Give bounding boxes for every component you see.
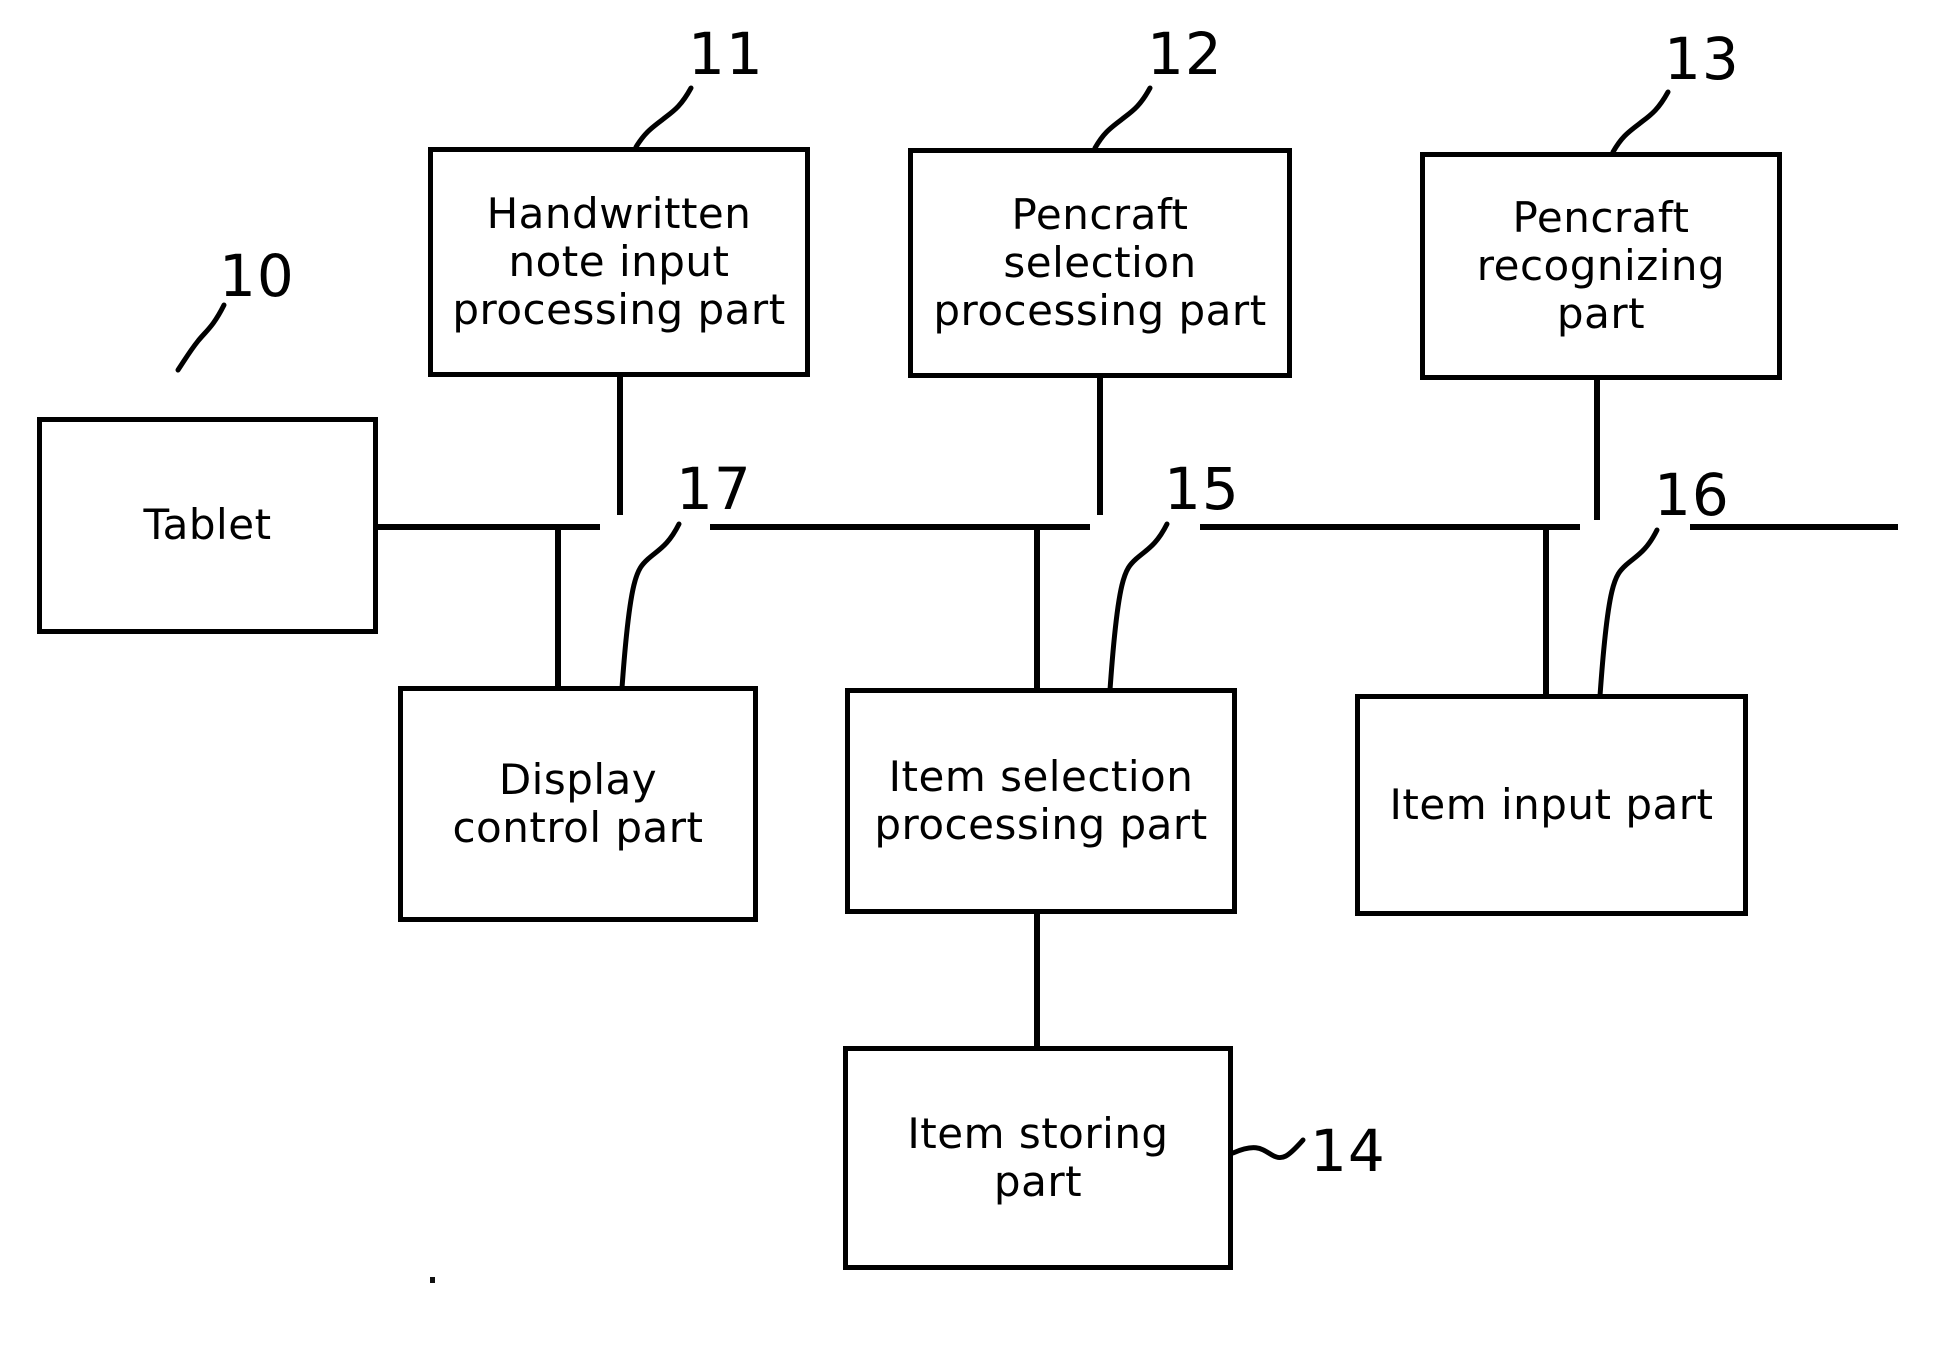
node-label-item-input-part: Item input part <box>1389 779 1714 829</box>
ref-number-17: 17 <box>676 455 752 523</box>
leader-16 <box>1599 527 1660 697</box>
node-pencraft-selection-processing-part[interactable]: Pencraft selection processing part <box>908 148 1292 378</box>
node-label-handwritten-note-input-processing-part: Handwritten note input processing part <box>452 188 786 335</box>
node-label-display-control-part: Display control part <box>452 754 704 852</box>
ref-number-12: 12 <box>1147 20 1223 88</box>
leader-13 <box>1610 89 1671 155</box>
node-label-pencraft-recognizing-part: Pencraft recognizing part <box>1476 192 1726 339</box>
node-item-input-part[interactable]: Item input part <box>1355 694 1748 916</box>
leader-12 <box>1092 85 1153 151</box>
leader-11 <box>633 85 694 150</box>
node-label-tablet: Tablet <box>143 500 272 550</box>
ref-number-11: 11 <box>688 20 764 88</box>
node-handwritten-note-input-processing-part[interactable]: Handwritten note input processing part <box>428 147 810 377</box>
leader-17 <box>621 521 682 689</box>
node-pencraft-recognizing-part[interactable]: Pencraft recognizing part <box>1420 152 1782 380</box>
scan-speck-artifact <box>430 1277 435 1283</box>
diagram-canvas: Tablet Handwritten note input processing… <box>0 0 1951 1352</box>
leader-14 <box>1230 1137 1306 1161</box>
node-label-item-storing-part: Item storing part <box>907 1108 1169 1206</box>
ref-number-15: 15 <box>1164 455 1240 523</box>
node-label-item-selection-processing-part: Item selection processing part <box>874 751 1208 849</box>
node-display-control-part[interactable]: Display control part <box>398 686 758 922</box>
leader-10 <box>175 302 227 373</box>
leader-15 <box>1109 521 1170 691</box>
node-item-selection-processing-part[interactable]: Item selection processing part <box>845 688 1237 914</box>
node-tablet[interactable]: Tablet <box>37 417 378 634</box>
ref-number-16: 16 <box>1654 461 1730 529</box>
ref-number-13: 13 <box>1664 25 1740 93</box>
node-label-pencraft-selection-processing-part: Pencraft selection processing part <box>933 189 1267 336</box>
ref-number-10: 10 <box>219 242 295 310</box>
ref-number-14: 14 <box>1310 1117 1386 1185</box>
node-item-storing-part[interactable]: Item storing part <box>843 1046 1233 1270</box>
